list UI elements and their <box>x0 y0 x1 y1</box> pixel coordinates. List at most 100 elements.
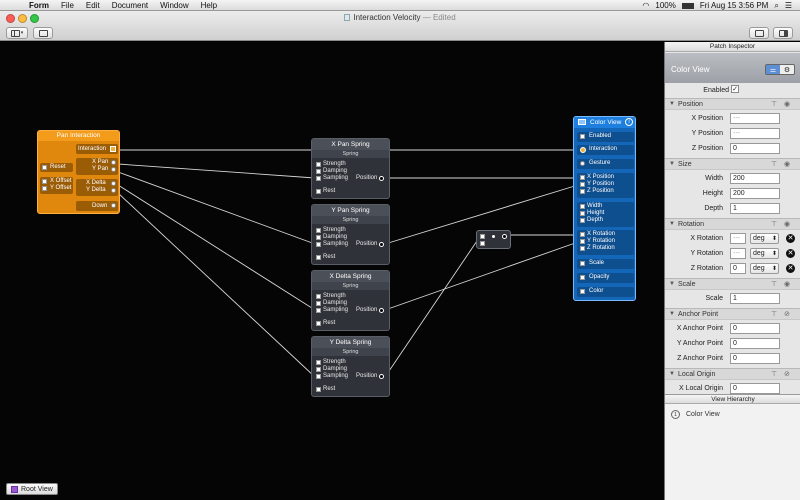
width-port[interactable] <box>580 204 585 209</box>
x-pan-output-port[interactable] <box>111 160 116 165</box>
inspector-mode-toggle[interactable]: ⚌ ⚙ <box>765 64 795 75</box>
y-offset-input-port[interactable] <box>42 186 47 191</box>
eye-icon[interactable]: ◉ <box>784 220 790 228</box>
disclosure-triangle-icon[interactable]: ▼ <box>669 281 675 287</box>
x-position-port[interactable] <box>580 175 585 180</box>
patch-editor-canvas[interactable]: Pan Interaction Interaction Reset X Pan … <box>0 42 664 500</box>
menu-help[interactable]: Help <box>201 1 217 10</box>
port-checkbox[interactable] <box>316 307 321 313</box>
duplicate-button[interactable] <box>33 27 53 39</box>
interaction-input[interactable]: Interaction <box>577 145 634 155</box>
sampling-input[interactable]: Sampling <box>316 373 348 379</box>
damping-input[interactable]: Damping <box>316 234 347 240</box>
gesture-input[interactable]: Gesture <box>577 159 634 169</box>
strength-input[interactable]: Strength <box>316 293 346 299</box>
toggle-inspector-button[interactable] <box>773 27 793 39</box>
sampling-input[interactable]: Sampling <box>316 175 348 181</box>
damping-input[interactable]: Damping <box>316 366 347 372</box>
x-local-origin-field[interactable]: 0 <box>730 383 780 394</box>
wifi-icon[interactable]: ◠ <box>642 1 649 10</box>
eye-hidden-icon[interactable]: ⊘ <box>784 310 790 318</box>
publish-pin-icon[interactable]: ⊤ <box>771 280 777 288</box>
sampling-input[interactable]: Sampling <box>316 307 348 313</box>
port-checkbox[interactable] <box>316 386 321 392</box>
z-position-port[interactable] <box>580 189 585 194</box>
section-anchor-point[interactable]: ▼ Anchor Point ⊤ ⊘ <box>665 308 800 320</box>
strength-input[interactable]: Strength <box>316 227 346 233</box>
rest-output[interactable]: Rest <box>316 254 335 260</box>
remove-icon[interactable]: ✕ <box>786 249 795 258</box>
position-output[interactable]: Position <box>356 373 385 379</box>
port-checkbox[interactable] <box>316 293 321 299</box>
input-port[interactable] <box>480 241 485 246</box>
port-checkbox[interactable] <box>316 175 321 181</box>
search-icon[interactable]: ⌕ <box>774 1 778 11</box>
output-port[interactable] <box>379 175 385 181</box>
publish-pin-icon[interactable]: ⊤ <box>771 100 777 108</box>
position-output[interactable]: Position <box>356 307 385 313</box>
toggle-viewer-button[interactable] <box>749 27 769 39</box>
list-icon[interactable]: ☰ <box>785 1 792 10</box>
down-output-port[interactable] <box>111 203 116 208</box>
port-checkbox[interactable] <box>316 359 321 365</box>
interaction-output-port[interactable] <box>110 146 116 152</box>
y-position-port[interactable] <box>580 182 585 187</box>
output-port[interactable] <box>379 373 385 379</box>
color-input[interactable]: Color <box>577 287 634 297</box>
port-checkbox[interactable] <box>580 261 585 266</box>
z-rotation-port[interactable] <box>580 246 585 251</box>
remove-icon[interactable]: ✕ <box>786 234 795 243</box>
port-checkbox[interactable] <box>316 300 321 306</box>
y-rotation-port[interactable] <box>580 239 585 244</box>
x-rotation-unit-select[interactable]: deg <box>750 233 779 244</box>
z-position-field[interactable]: 0 <box>730 143 780 154</box>
port-checkbox[interactable] <box>316 254 321 260</box>
eye-icon[interactable]: ◉ <box>784 160 790 168</box>
x-pan-spring-patch[interactable]: X Pan Spring Spring Strength Damping Sam… <box>311 138 390 199</box>
y-pan-spring-patch[interactable]: Y Pan Spring Spring Strength Damping Sam… <box>311 204 390 265</box>
menu-edit[interactable]: Edit <box>86 1 100 10</box>
position-output[interactable]: Position <box>356 175 385 181</box>
port-checkbox[interactable] <box>580 134 585 139</box>
input-port[interactable] <box>480 234 485 239</box>
port-checkbox[interactable] <box>580 275 585 280</box>
output-port[interactable] <box>379 307 385 313</box>
y-rotation-field[interactable]: --- <box>730 248 746 259</box>
disclosure-triangle-icon[interactable]: ▼ <box>669 221 675 227</box>
eye-hidden-icon[interactable]: ⊘ <box>784 370 790 378</box>
menu-app[interactable]: Form <box>29 1 49 10</box>
y-rotation-unit-select[interactable]: deg <box>750 248 779 259</box>
port-checkbox[interactable] <box>316 161 321 167</box>
strength-input[interactable]: Strength <box>316 359 346 365</box>
rest-output[interactable]: Rest <box>316 188 335 194</box>
scale-input[interactable]: Scale <box>577 259 634 269</box>
section-local-origin[interactable]: ▼ Local Origin ⊤ ⊘ <box>665 368 800 380</box>
gear-icon[interactable]: ⚙ <box>780 65 794 74</box>
sampling-input[interactable]: Sampling <box>316 241 348 247</box>
x-position-field[interactable]: --- <box>730 113 780 124</box>
port-checkbox[interactable] <box>316 320 321 326</box>
section-scale[interactable]: ▼ Scale ⊤ ◉ <box>665 278 800 290</box>
damping-input[interactable]: Damping <box>316 300 347 306</box>
port-checkbox[interactable] <box>316 188 321 194</box>
eye-icon[interactable]: ◉ <box>784 280 790 288</box>
width-field[interactable]: 200 <box>730 173 780 184</box>
z-anchor-field[interactable]: 0 <box>730 353 780 364</box>
menu-window[interactable]: Window <box>160 1 188 10</box>
z-rotation-field[interactable]: 0 <box>730 263 746 274</box>
height-field[interactable]: 200 <box>730 188 780 199</box>
port-checkbox[interactable] <box>316 227 321 233</box>
eye-icon[interactable]: ◉ <box>784 100 790 108</box>
section-rotation[interactable]: ▼ Rotation ⊤ ◉ <box>665 218 800 230</box>
opacity-input[interactable]: Opacity <box>577 273 634 283</box>
y-delta-output-port[interactable] <box>111 188 116 193</box>
interaction-input-port[interactable] <box>580 147 586 153</box>
disclosure-triangle-icon[interactable]: ▼ <box>669 101 675 107</box>
y-position-field[interactable]: --- <box>730 128 780 139</box>
pan-interaction-patch[interactable]: Pan Interaction Interaction Reset X Pan … <box>37 130 120 214</box>
enabled-input[interactable]: Enabled <box>577 132 634 142</box>
sliders-icon[interactable]: ⚌ <box>766 65 780 74</box>
reset-input-port[interactable] <box>42 165 47 170</box>
publish-pin-icon[interactable]: ⊤ <box>771 220 777 228</box>
x-rotation-field[interactable]: --- <box>730 233 746 244</box>
